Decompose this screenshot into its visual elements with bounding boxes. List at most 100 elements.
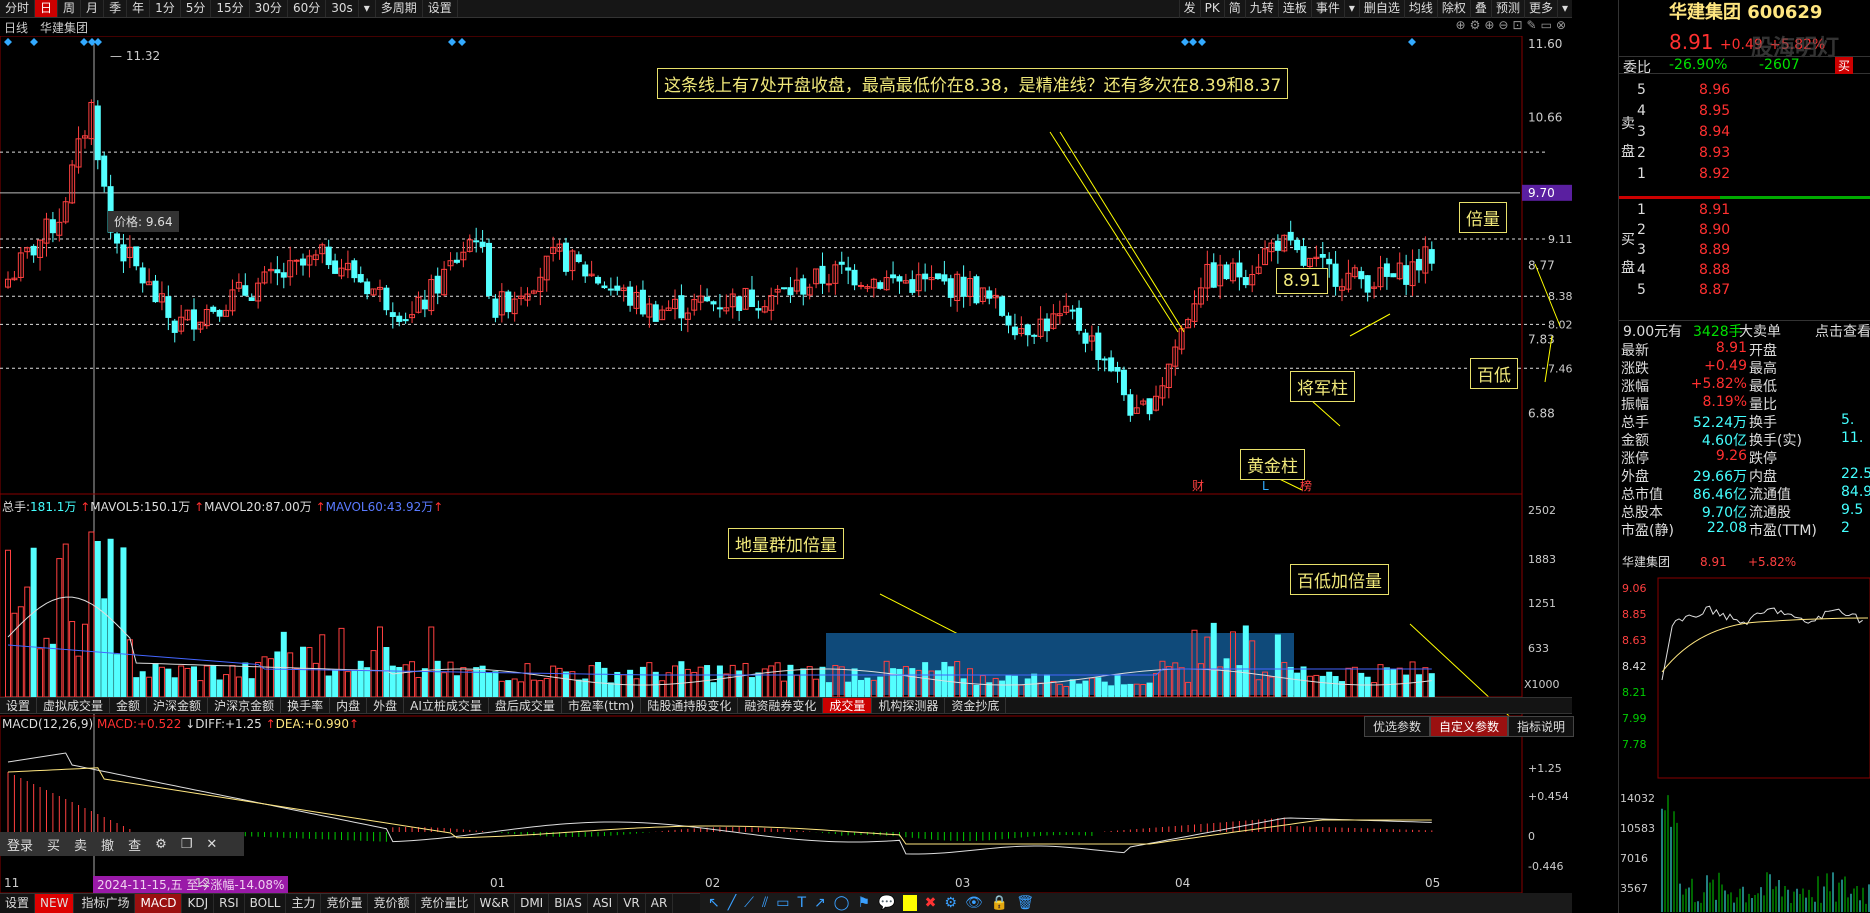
bottom-tab-13[interactable]: BIAS	[549, 894, 588, 913]
tool-1[interactable]: PK	[1199, 0, 1224, 18]
period-4[interactable]: 季	[104, 0, 128, 17]
bid-row[interactable]: 1 8.91	[1619, 202, 1870, 220]
event-diamond-icon[interactable]	[1198, 38, 1206, 46]
ray-tool-icon[interactable]: ⟋	[744, 895, 754, 911]
tool-3[interactable]: 九转	[1244, 0, 1278, 18]
macd-button-0[interactable]: 优选参数	[1364, 716, 1431, 737]
arrow-tool-icon[interactable]: ↗	[814, 895, 826, 911]
chart-area[interactable]: 11.6010.669.708.777.836.889.709.118.388.…	[0, 36, 1572, 893]
macd-button-1[interactable]: 自定义参数	[1430, 716, 1509, 737]
float-btn-1[interactable]: 买	[40, 835, 67, 854]
bottom-tab-5[interactable]: RSI	[214, 894, 245, 913]
rect-tool-icon[interactable]: ▭	[776, 895, 789, 911]
bottom-tab-10[interactable]: 竞价量比	[416, 894, 475, 913]
bottom-tab-4[interactable]: KDJ	[182, 894, 215, 913]
macd-button-2[interactable]: 指标说明	[1508, 716, 1575, 737]
tool-0[interactable]: 发	[1178, 0, 1200, 18]
tool-13[interactable]: ▾	[1556, 0, 1572, 18]
tool-7[interactable]: 删自选	[1358, 0, 1404, 18]
period-5[interactable]: 年	[127, 0, 151, 17]
pen-icon[interactable]: ✎	[1527, 18, 1537, 36]
tool-12[interactable]: 更多	[1523, 0, 1557, 18]
sell-button[interactable]: 买	[1835, 57, 1854, 74]
bid-row[interactable]: 2 8.90	[1619, 222, 1870, 240]
ask-row[interactable]: 2 8.93	[1619, 145, 1870, 163]
float-btn-2[interactable]: 卖	[67, 835, 94, 854]
flag-tool-icon[interactable]: ⚑	[857, 895, 870, 911]
bottom-tab-16[interactable]: AR	[646, 894, 674, 913]
color-tool-icon[interactable]: ■	[903, 895, 917, 911]
period-11[interactable]: 30s	[326, 0, 359, 17]
close-icon[interactable]: ⊗	[1556, 18, 1566, 36]
float-btn-7[interactable]: ✕	[199, 837, 224, 852]
period-0[interactable]: 分时	[0, 0, 36, 17]
float-btn-3[interactable]: 撤	[94, 835, 121, 854]
indicator-tab-5[interactable]: 换手率	[281, 698, 331, 713]
indicator-tab-7[interactable]: 外盘	[367, 698, 405, 713]
float-btn-5[interactable]: ⚙	[148, 837, 174, 852]
bottom-tab-7[interactable]: 主力	[286, 894, 322, 913]
crosshair-icon[interactable]: ⊕	[1456, 18, 1466, 36]
bottom-tab-11[interactable]: W&R	[475, 894, 516, 913]
indicator-tab-6[interactable]: 内盘	[330, 698, 368, 713]
tool-11[interactable]: 预测	[1490, 0, 1524, 18]
event-diamond-icon[interactable]	[4, 38, 12, 46]
bottom-tab-14[interactable]: ASI	[588, 894, 619, 913]
indicator-tab-8[interactable]: AI立桩成交量	[404, 698, 489, 713]
period-6[interactable]: 1分	[150, 0, 181, 17]
indicator-tab-4[interactable]: 沪深京金额	[208, 698, 282, 713]
settings-tool-icon[interactable]: ⚙	[944, 895, 957, 911]
indicator-tab-1[interactable]: 虚拟成交量	[37, 698, 111, 713]
bottom-tab-2[interactable]: 指标广场	[76, 894, 136, 913]
period-7[interactable]: 5分	[181, 0, 212, 17]
indicator-tab-3[interactable]: 沪深金额	[147, 698, 209, 713]
event-diamond-icon[interactable]	[448, 38, 456, 46]
float-btn-6[interactable]: ❐	[174, 837, 200, 852]
comment-tool-icon[interactable]: 💬	[878, 895, 895, 911]
bottom-tab-0[interactable]: 设置	[0, 894, 36, 913]
event-diamond-icon[interactable]	[94, 38, 102, 46]
text-tool-icon[interactable]: T	[797, 895, 806, 911]
event-diamond-icon[interactable]	[1408, 38, 1416, 46]
bottom-tab-12[interactable]: DMI	[515, 894, 550, 913]
ask-row[interactable]: 1 8.92	[1619, 166, 1870, 184]
bid-row[interactable]: 5 8.87	[1619, 282, 1870, 300]
eye-tool-icon[interactable]: 👁	[965, 895, 983, 911]
indicator-tab-12[interactable]: 融资融券变化	[738, 698, 824, 713]
lock-tool-icon[interactable]: 🔒	[991, 895, 1008, 911]
zoom-in-icon[interactable]: ⊕	[1484, 18, 1494, 36]
period-2[interactable]: 周	[58, 0, 82, 17]
event-diamond-icon[interactable]	[1189, 38, 1197, 46]
period-8[interactable]: 15分	[211, 0, 250, 17]
delete-tool-icon[interactable]: ✖	[925, 895, 937, 911]
tool-4[interactable]: 连板	[1277, 0, 1311, 18]
bottom-tab-9[interactable]: 竞价额	[368, 894, 416, 913]
event-diamond-icon[interactable]	[458, 38, 466, 46]
indicator-tab-0[interactable]: 设置	[0, 698, 38, 713]
bottom-tab-3[interactable]: MACD	[135, 894, 183, 913]
event-diamond-icon[interactable]	[80, 38, 88, 46]
bottom-tab-6[interactable]: BOLL	[245, 894, 287, 913]
ask-row[interactable]: 5 8.96	[1619, 82, 1870, 100]
indicator-tab-13[interactable]: 成交量	[823, 698, 873, 713]
click-view-link[interactable]: 点击查看	[1815, 321, 1870, 341]
indicator-tab-15[interactable]: 资金抄底	[945, 698, 1007, 713]
parallel-tool-icon[interactable]: ⫽	[762, 895, 768, 911]
event-diamond-icon[interactable]	[30, 38, 38, 46]
tool-10[interactable]: 叠	[1469, 0, 1491, 18]
lock-icon[interactable]: ⊡	[1512, 18, 1522, 36]
tool-9[interactable]: 除权	[1436, 0, 1470, 18]
tool-6[interactable]: ▾	[1343, 0, 1359, 18]
trash-tool-icon[interactable]: 🗑	[1016, 895, 1034, 911]
tool-2[interactable]: 简	[1223, 0, 1245, 18]
indicator-tab-14[interactable]: 机构探测器	[872, 698, 946, 713]
event-marker[interactable]: L	[1262, 479, 1269, 493]
event-marker[interactable]: 榜	[1300, 478, 1312, 493]
tool-8[interactable]: 均线	[1403, 0, 1437, 18]
line-tool-icon[interactable]: ╱	[728, 895, 736, 911]
float-btn-0[interactable]: 登录	[0, 835, 40, 854]
event-diamond-icon[interactable]	[1181, 38, 1189, 46]
period-12[interactable]: ▾	[359, 0, 376, 17]
layout-icon[interactable]: ▭	[1541, 18, 1552, 36]
period-10[interactable]: 60分	[288, 0, 327, 17]
